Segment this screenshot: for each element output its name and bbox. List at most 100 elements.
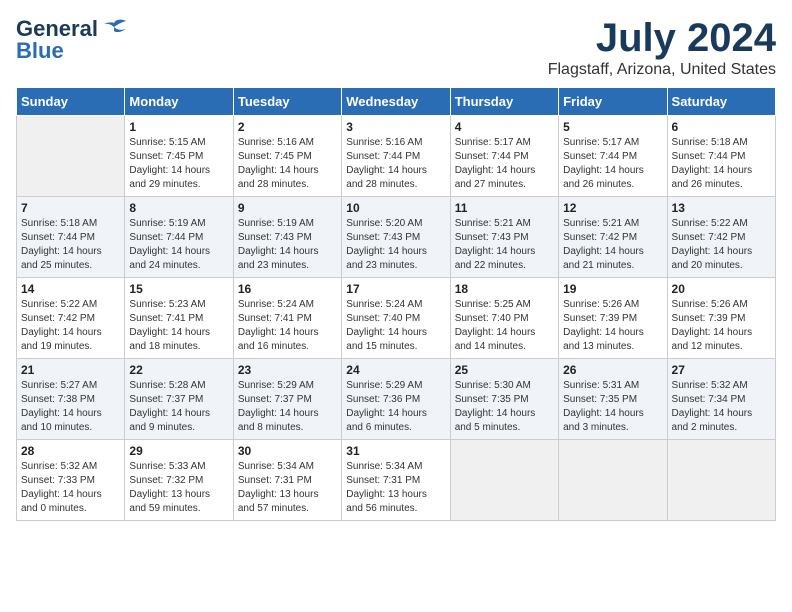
title-area: July 2024 Flagstaff, Arizona, United Sta…: [548, 16, 776, 79]
day-number: 22: [129, 363, 228, 377]
calendar-cell: 23Sunrise: 5:29 AM Sunset: 7:37 PM Dayli…: [233, 359, 341, 440]
day-info: Sunrise: 5:34 AM Sunset: 7:31 PM Dayligh…: [238, 460, 337, 516]
calendar-cell: 30 Sunrise: 5:34 AM Sunset: 7:31 PM Dayli…: [233, 440, 341, 521]
week-row-1: 1Sunrise: 5:15 AM Sunset: 7:45 PM Daylig…: [17, 116, 776, 197]
week-row-3: 14Sunrise: 5:22 AM Sunset: 7:42 PM Dayli…: [17, 278, 776, 359]
calendar-cell: 4 Sunrise: 5:17 AM Sunset: 7:44 PM Daylig…: [450, 116, 558, 197]
calendar-cell: 7Sunrise: 5:18 AM Sunset: 7:44 PM Daylig…: [17, 197, 125, 278]
day-number: 31: [346, 444, 445, 458]
day-info: Sunrise: 5:20 AM Sunset: 7:43 PM Dayligh…: [346, 217, 445, 273]
calendar-cell: 26Sunrise: 5:31 AM Sunset: 7:35 PM Dayli…: [559, 359, 667, 440]
day-info: Sunrise: 5:21 AM Sunset: 7:43 PM Dayligh…: [455, 217, 554, 273]
day-info: Sunrise: 5:21 AM Sunset: 7:42 PM Dayligh…: [563, 217, 662, 273]
day-number: 21: [21, 363, 120, 377]
calendar-cell: 27Sunrise: 5:32 AM Sunset: 7:34 PM Dayli…: [667, 359, 775, 440]
calendar-header-row: SundayMondayTuesdayWednesdayThursdayFrid…: [17, 88, 776, 116]
day-number: 17: [346, 282, 445, 296]
calendar-cell: 11 Sunrise: 5:21 AM Sunset: 7:43 PM Dayli…: [450, 197, 558, 278]
day-header-friday: Friday: [559, 88, 667, 116]
calendar-cell: 22 Sunrise: 5:28 AM Sunset: 7:37 PM Dayli…: [125, 359, 233, 440]
day-info: Sunrise: 5:17 AM Sunset: 7:44 PM Dayligh…: [455, 136, 554, 192]
calendar-cell: 25 Sunrise: 5:30 AM Sunset: 7:35 PM Dayli…: [450, 359, 558, 440]
calendar-cell: 1Sunrise: 5:15 AM Sunset: 7:45 PM Daylig…: [125, 116, 233, 197]
day-number: 9: [238, 201, 337, 215]
calendar-cell: 19 Sunrise: 5:26 AM Sunset: 7:39 PM Dayli…: [559, 278, 667, 359]
day-info: Sunrise: 5:24 AM Sunset: 7:40 PM Dayligh…: [346, 298, 445, 354]
calendar-cell: 12 Sunrise: 5:21 AM Sunset: 7:42 PM Dayli…: [559, 197, 667, 278]
day-number: 18: [455, 282, 554, 296]
day-number: 26: [563, 363, 662, 377]
calendar-cell: 9 Sunrise: 5:19 AM Sunset: 7:43 PM Daylig…: [233, 197, 341, 278]
day-number: 16: [238, 282, 337, 296]
day-info: Sunrise: 5:27 AM Sunset: 7:38 PM Dayligh…: [21, 379, 120, 435]
calendar-cell: [17, 116, 125, 197]
day-info: Sunrise: 5:29 AM Sunset: 7:36 PM Dayligh…: [346, 379, 445, 435]
week-row-5: 28 Sunrise: 5:32 AM Sunset: 7:33 PM Dayli…: [17, 440, 776, 521]
day-info: Sunrise: 5:22 AM Sunset: 7:42 PM Dayligh…: [21, 298, 120, 354]
day-header-wednesday: Wednesday: [342, 88, 450, 116]
calendar-cell: 14Sunrise: 5:22 AM Sunset: 7:42 PM Dayli…: [17, 278, 125, 359]
calendar-cell: 29Sunrise: 5:33 AM Sunset: 7:32 PM Dayli…: [125, 440, 233, 521]
day-number: 19: [563, 282, 662, 296]
day-number: 24: [346, 363, 445, 377]
calendar-cell: 24 Sunrise: 5:29 AM Sunset: 7:36 PM Dayli…: [342, 359, 450, 440]
calendar-cell: 10 Sunrise: 5:20 AM Sunset: 7:43 PM Dayli…: [342, 197, 450, 278]
day-number: 2: [238, 120, 337, 134]
day-header-thursday: Thursday: [450, 88, 558, 116]
day-info: Sunrise: 5:18 AM Sunset: 7:44 PM Dayligh…: [21, 217, 120, 273]
calendar-cell: 31 Sunrise: 5:34 AM Sunset: 7:31 PM Dayli…: [342, 440, 450, 521]
day-number: 27: [672, 363, 771, 377]
day-info: Sunrise: 5:18 AM Sunset: 7:44 PM Dayligh…: [672, 136, 771, 192]
day-info: Sunrise: 5:28 AM Sunset: 7:37 PM Dayligh…: [129, 379, 228, 435]
calendar-title: July 2024: [548, 16, 776, 61]
calendar-cell: 5 Sunrise: 5:17 AM Sunset: 7:44 PM Daylig…: [559, 116, 667, 197]
day-header-tuesday: Tuesday: [233, 88, 341, 116]
calendar-cell: 3 Sunrise: 5:16 AM Sunset: 7:44 PM Daylig…: [342, 116, 450, 197]
day-header-saturday: Saturday: [667, 88, 775, 116]
logo: General Blue: [16, 16, 128, 64]
day-number: 10: [346, 201, 445, 215]
day-number: 20: [672, 282, 771, 296]
calendar-cell: 21 Sunrise: 5:27 AM Sunset: 7:38 PM Dayli…: [17, 359, 125, 440]
calendar-cell: 15 Sunrise: 5:23 AM Sunset: 7:41 PM Dayli…: [125, 278, 233, 359]
day-number: 30: [238, 444, 337, 458]
calendar-subtitle: Flagstaff, Arizona, United States: [548, 61, 776, 79]
day-info: Sunrise: 5:34 AM Sunset: 7:31 PM Dayligh…: [346, 460, 445, 516]
calendar-cell: [450, 440, 558, 521]
calendar-cell: 13 Sunrise: 5:22 AM Sunset: 7:42 PM Dayli…: [667, 197, 775, 278]
day-number: 28: [21, 444, 120, 458]
day-number: 5: [563, 120, 662, 134]
calendar-cell: 8Sunrise: 5:19 AM Sunset: 7:44 PM Daylig…: [125, 197, 233, 278]
day-info: Sunrise: 5:33 AM Sunset: 7:32 PM Dayligh…: [129, 460, 228, 516]
day-info: Sunrise: 5:25 AM Sunset: 7:40 PM Dayligh…: [455, 298, 554, 354]
day-info: Sunrise: 5:22 AM Sunset: 7:42 PM Dayligh…: [672, 217, 771, 273]
logo-blue-text: Blue: [16, 38, 64, 64]
calendar-cell: 16 Sunrise: 5:24 AM Sunset: 7:41 PM Dayli…: [233, 278, 341, 359]
week-row-2: 7Sunrise: 5:18 AM Sunset: 7:44 PM Daylig…: [17, 197, 776, 278]
calendar-cell: 2 Sunrise: 5:16 AM Sunset: 7:45 PM Daylig…: [233, 116, 341, 197]
day-number: 15: [129, 282, 228, 296]
day-info: Sunrise: 5:24 AM Sunset: 7:41 PM Dayligh…: [238, 298, 337, 354]
day-info: Sunrise: 5:32 AM Sunset: 7:33 PM Dayligh…: [21, 460, 120, 516]
header: General Blue July 2024 Flagstaff, Arizon…: [16, 16, 776, 79]
day-number: 11: [455, 201, 554, 215]
day-info: Sunrise: 5:16 AM Sunset: 7:45 PM Dayligh…: [238, 136, 337, 192]
day-info: Sunrise: 5:16 AM Sunset: 7:44 PM Dayligh…: [346, 136, 445, 192]
day-number: 12: [563, 201, 662, 215]
day-number: 3: [346, 120, 445, 134]
calendar-table: SundayMondayTuesdayWednesdayThursdayFrid…: [16, 87, 776, 521]
calendar-cell: [559, 440, 667, 521]
day-header-monday: Monday: [125, 88, 233, 116]
day-info: Sunrise: 5:26 AM Sunset: 7:39 PM Dayligh…: [563, 298, 662, 354]
day-number: 6: [672, 120, 771, 134]
day-header-sunday: Sunday: [17, 88, 125, 116]
day-info: Sunrise: 5:17 AM Sunset: 7:44 PM Dayligh…: [563, 136, 662, 192]
calendar-cell: 17 Sunrise: 5:24 AM Sunset: 7:40 PM Dayli…: [342, 278, 450, 359]
day-info: Sunrise: 5:30 AM Sunset: 7:35 PM Dayligh…: [455, 379, 554, 435]
day-info: Sunrise: 5:19 AM Sunset: 7:43 PM Dayligh…: [238, 217, 337, 273]
day-number: 13: [672, 201, 771, 215]
day-number: 25: [455, 363, 554, 377]
day-info: Sunrise: 5:19 AM Sunset: 7:44 PM Dayligh…: [129, 217, 228, 273]
day-number: 4: [455, 120, 554, 134]
day-info: Sunrise: 5:23 AM Sunset: 7:41 PM Dayligh…: [129, 298, 228, 354]
